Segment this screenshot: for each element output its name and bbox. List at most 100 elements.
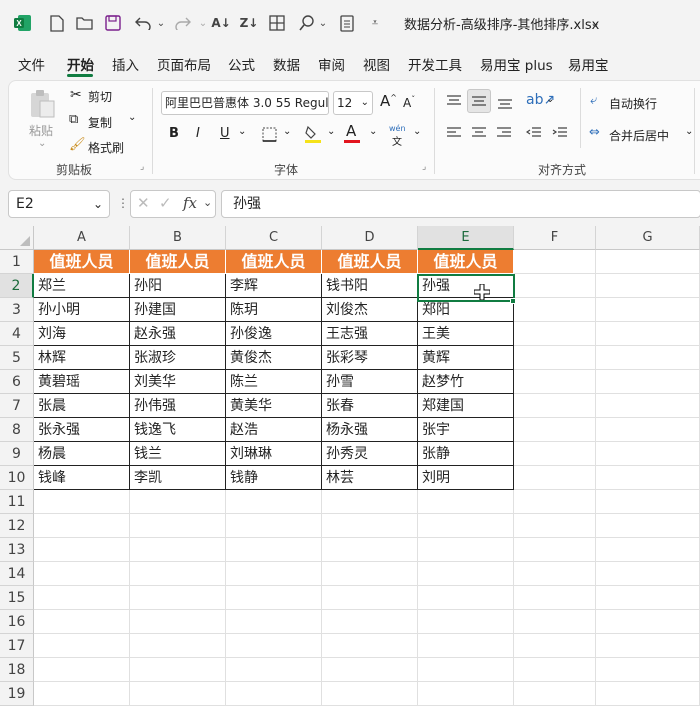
data-cell[interactable]: 孙俊逸	[226, 322, 322, 346]
tab-formulas[interactable]: 公式	[228, 54, 255, 74]
empty-cell[interactable]	[226, 562, 322, 586]
customize-icon[interactable]: ⩡	[364, 12, 386, 34]
fx-dropdown-icon[interactable]: ⌄	[203, 196, 212, 209]
tab-yiyongbao-plus[interactable]: 易用宝 plus	[480, 54, 553, 74]
empty-cell[interactable]	[596, 682, 700, 706]
data-cell[interactable]: 张彩琴	[322, 346, 418, 370]
data-cell[interactable]: 孙建国	[130, 298, 226, 322]
tab-view[interactable]: 视图	[363, 54, 390, 74]
empty-cell[interactable]	[418, 514, 514, 538]
more-options-icon[interactable]: ⋮	[117, 196, 129, 210]
fill-handle[interactable]	[510, 298, 516, 304]
empty-cell[interactable]	[596, 586, 700, 610]
data-cell[interactable]: 刘海	[34, 322, 130, 346]
empty-cell[interactable]	[418, 586, 514, 610]
data-cell[interactable]: 孙强	[418, 274, 514, 298]
tab-file[interactable]: 文件	[18, 54, 45, 74]
empty-cell[interactable]	[130, 658, 226, 682]
align-center-icon[interactable]	[469, 124, 489, 142]
column-header-a[interactable]: A	[34, 226, 130, 250]
empty-cell[interactable]	[322, 514, 418, 538]
row-header-4[interactable]: 4	[0, 322, 34, 346]
row-header-6[interactable]: 6	[0, 370, 34, 394]
cancel-icon[interactable]: ✕	[137, 194, 150, 212]
empty-cell[interactable]	[514, 274, 596, 298]
empty-cell[interactable]	[596, 658, 700, 682]
empty-cell[interactable]	[514, 514, 596, 538]
tab-yiyongbao[interactable]: 易用宝	[568, 54, 609, 74]
merge-dropdown-icon[interactable]: ⌄	[685, 126, 693, 137]
empty-cell[interactable]	[418, 562, 514, 586]
empty-cell[interactable]	[596, 442, 700, 466]
tab-page-layout[interactable]: 页面布局	[157, 54, 211, 74]
header-cell[interactable]: 值班人员	[322, 250, 418, 274]
data-cell[interactable]: 孙伟强	[130, 394, 226, 418]
tab-insert[interactable]: 插入	[112, 54, 139, 74]
column-header-f[interactable]: F	[514, 226, 596, 250]
empty-cell[interactable]	[418, 682, 514, 706]
empty-cell[interactable]	[34, 586, 130, 610]
data-cell[interactable]: 王志强	[322, 322, 418, 346]
underline-dropdown-icon[interactable]: ⌄	[238, 126, 246, 137]
insert-function-icon[interactable]: fx	[183, 194, 197, 212]
row-header-17[interactable]: 17	[0, 634, 34, 658]
border-dropdown-icon[interactable]: ⌄	[283, 126, 291, 137]
data-cell[interactable]: 郑阳	[418, 298, 514, 322]
copy-dropdown-icon[interactable]: ⌄	[128, 112, 136, 123]
sort-descending-icon[interactable]: Z↓	[238, 12, 260, 34]
tab-developer[interactable]: 开发工具	[408, 54, 462, 74]
row-header-2[interactable]: 2	[0, 274, 34, 298]
empty-cell[interactable]	[130, 682, 226, 706]
empty-cell[interactable]	[226, 658, 322, 682]
empty-cell[interactable]	[34, 658, 130, 682]
row-header-15[interactable]: 15	[0, 586, 34, 610]
data-cell[interactable]: 黄碧瑶	[34, 370, 130, 394]
empty-cell[interactable]	[514, 322, 596, 346]
italic-button[interactable]: I	[196, 126, 200, 141]
empty-cell[interactable]	[514, 346, 596, 370]
cut-icon[interactable]: ✂	[70, 87, 82, 103]
phonetic-dropdown-icon[interactable]: ⌄	[413, 126, 421, 137]
empty-cell[interactable]	[130, 514, 226, 538]
empty-cell[interactable]	[322, 682, 418, 706]
empty-cell[interactable]	[596, 394, 700, 418]
empty-cell[interactable]	[34, 682, 130, 706]
tab-review[interactable]: 审阅	[318, 54, 345, 74]
row-header-7[interactable]: 7	[0, 394, 34, 418]
format-painter-icon[interactable]: 🖌	[69, 137, 86, 152]
data-cell[interactable]: 刘明	[418, 466, 514, 490]
form-icon[interactable]	[336, 12, 358, 34]
find-dropdown-icon[interactable]: ⌄	[312, 12, 334, 34]
empty-cell[interactable]	[34, 634, 130, 658]
empty-cell[interactable]	[130, 610, 226, 634]
empty-cell[interactable]	[130, 634, 226, 658]
data-cell[interactable]: 张宇	[418, 418, 514, 442]
font-size-dropdown[interactable]: 12 ⌄	[333, 91, 373, 115]
font-color-icon[interactable]: A	[346, 122, 356, 140]
font-color-dropdown-icon[interactable]: ⌄	[369, 126, 377, 137]
empty-cell[interactable]	[226, 586, 322, 610]
empty-cell[interactable]	[322, 538, 418, 562]
empty-cell[interactable]	[322, 658, 418, 682]
data-cell[interactable]: 刘俊杰	[322, 298, 418, 322]
empty-cell[interactable]	[418, 610, 514, 634]
data-cell[interactable]: 李凯	[130, 466, 226, 490]
empty-cell[interactable]	[34, 562, 130, 586]
data-cell[interactable]: 张淑珍	[130, 346, 226, 370]
empty-cell[interactable]	[596, 418, 700, 442]
tab-home[interactable]: 开始	[67, 54, 94, 74]
empty-cell[interactable]	[514, 370, 596, 394]
data-cell[interactable]: 孙雪	[322, 370, 418, 394]
empty-cell[interactable]	[514, 442, 596, 466]
empty-cell[interactable]	[596, 634, 700, 658]
align-left-icon[interactable]	[444, 124, 464, 142]
empty-cell[interactable]	[596, 610, 700, 634]
merge-center-icon[interactable]: ⇔	[589, 125, 600, 140]
empty-cell[interactable]	[226, 682, 322, 706]
empty-cell[interactable]	[596, 346, 700, 370]
phonetic-icon[interactable]: wén	[389, 124, 406, 133]
data-cell[interactable]: 王美	[418, 322, 514, 346]
row-header-3[interactable]: 3	[0, 298, 34, 322]
empty-cell[interactable]	[596, 274, 700, 298]
empty-cell[interactable]	[596, 538, 700, 562]
